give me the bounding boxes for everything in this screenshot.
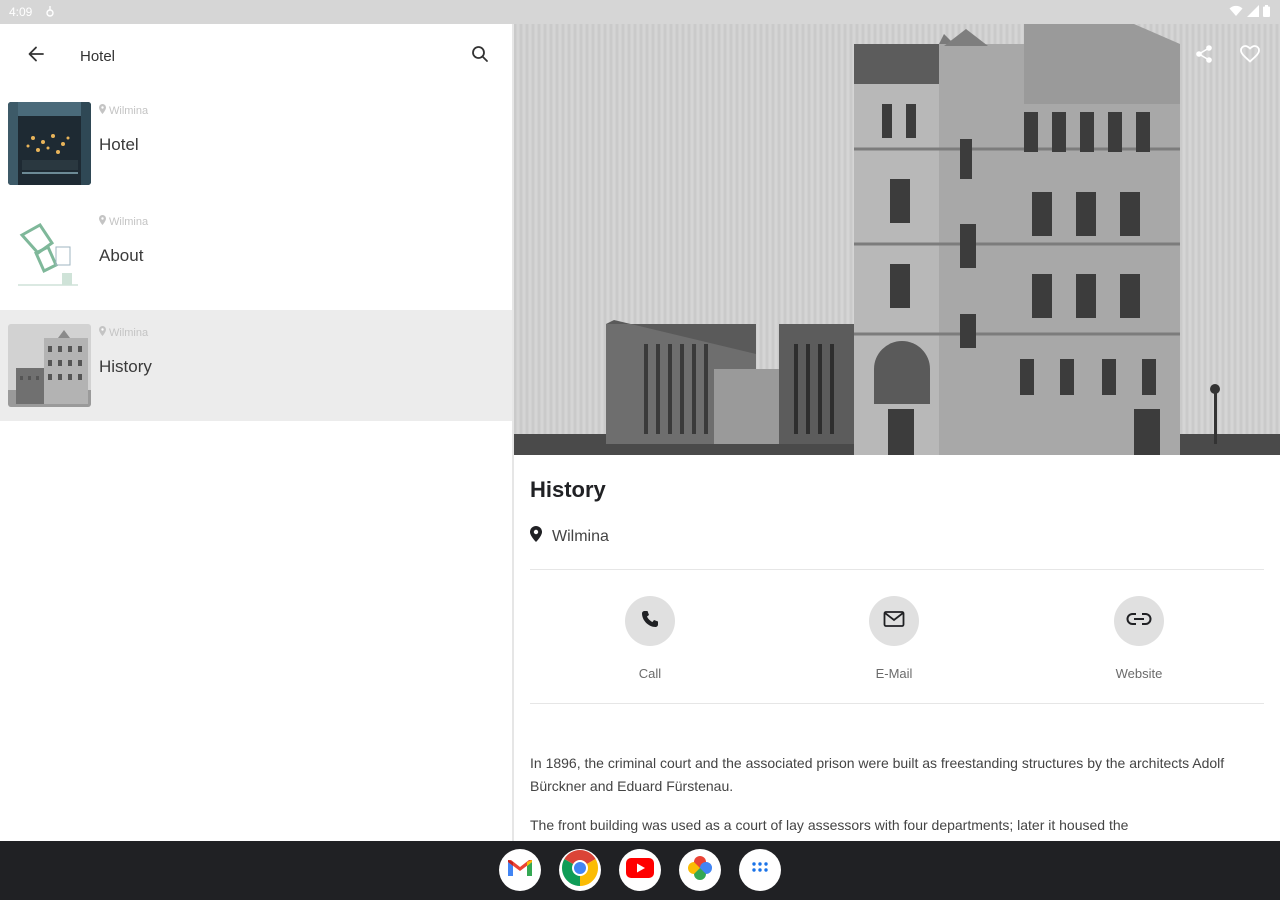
hotel-thumbnail — [8, 102, 91, 185]
search-icon — [471, 45, 489, 68]
location-pin-icon — [99, 104, 106, 117]
detail-location-text: Wilmina — [552, 527, 609, 545]
divider — [530, 703, 1264, 704]
list-item-title: Hotel — [99, 135, 139, 154]
list-item-title: About — [99, 246, 144, 265]
description: In 1896, the criminal court and the asso… — [530, 752, 1230, 841]
email-label: E-Mail — [875, 666, 913, 681]
favorite-button[interactable] — [1238, 44, 1262, 68]
chrome-icon — [560, 849, 600, 891]
description-paragraph: In 1896, the criminal court and the asso… — [530, 755, 1225, 794]
status-icons — [1229, 5, 1270, 17]
phone-icon — [640, 609, 660, 634]
arrow-back-icon — [27, 45, 45, 68]
list-item-location-text: Wilmina — [109, 104, 149, 117]
wifi-icon — [1229, 5, 1243, 17]
detail-title: History — [530, 477, 606, 502]
search-button[interactable] — [464, 40, 496, 72]
email-button[interactable]: E-Mail — [834, 596, 954, 681]
list-item-title: History — [99, 357, 152, 376]
history-thumbnail — [8, 324, 91, 407]
photos-icon — [686, 854, 714, 887]
hero-actions — [1192, 44, 1262, 68]
status-time: 4:09 — [9, 5, 33, 19]
detail-location: Wilmina — [530, 526, 609, 547]
about-thumbnail — [8, 213, 91, 296]
share-icon — [1194, 44, 1214, 69]
notification-icon — [46, 5, 54, 20]
heart-outline-icon — [1240, 44, 1260, 68]
location-pin-icon — [530, 526, 542, 547]
list-item-history[interactable]: Wilmina History — [0, 310, 512, 421]
email-circle — [869, 596, 919, 646]
link-icon — [1126, 612, 1152, 631]
list-item-location: Wilmina — [99, 326, 148, 339]
chrome-app[interactable] — [559, 849, 601, 891]
list-item-location: Wilmina — [99, 215, 148, 228]
website-circle — [1114, 596, 1164, 646]
mail-icon — [883, 610, 905, 633]
list-item-location-text: Wilmina — [109, 215, 149, 228]
youtube-app[interactable] — [619, 849, 661, 891]
app-drawer-button[interactable] — [739, 849, 781, 891]
status-bar: 4:09 — [0, 0, 1280, 24]
list-item-location: Wilmina — [99, 104, 148, 117]
website-label: Website — [1115, 666, 1163, 681]
youtube-icon — [626, 857, 654, 883]
description-paragraph: The front building was used as a court o… — [530, 817, 1129, 833]
battery-icon — [1263, 5, 1270, 17]
hero-image — [514, 24, 1280, 455]
search-toolbar: Hotel — [0, 24, 512, 88]
gmail-app[interactable] — [499, 849, 541, 891]
contact-actions: Call E-Mail Website — [530, 596, 1264, 686]
results-list: Wilmina Hotel Wilmina About Wilmina Hist… — [0, 88, 512, 421]
signal-icon — [1247, 5, 1259, 17]
divider — [530, 569, 1264, 570]
photos-app[interactable] — [679, 849, 721, 891]
results-pane: Hotel Wilmina Hotel Wilmina About Wilmin… — [0, 24, 512, 841]
list-item-location-text: Wilmina — [109, 326, 149, 339]
list-item-about[interactable]: Wilmina About — [0, 199, 512, 310]
list-item-hotel[interactable]: Wilmina Hotel — [0, 88, 512, 199]
app-dock — [499, 849, 781, 891]
detail-pane: History Wilmina Call E-Mail Website In 1… — [514, 24, 1280, 841]
search-query[interactable]: Hotel — [80, 48, 115, 65]
call-label: Call — [638, 666, 662, 681]
share-button[interactable] — [1192, 44, 1216, 68]
taskbar — [0, 841, 1280, 900]
gmail-icon — [507, 858, 533, 883]
call-circle — [625, 596, 675, 646]
back-button[interactable] — [20, 40, 52, 72]
app-drawer-icon — [751, 861, 769, 880]
location-pin-icon — [99, 215, 106, 228]
website-button[interactable]: Website — [1079, 596, 1199, 681]
call-button[interactable]: Call — [590, 596, 710, 681]
location-pin-icon — [99, 326, 106, 339]
